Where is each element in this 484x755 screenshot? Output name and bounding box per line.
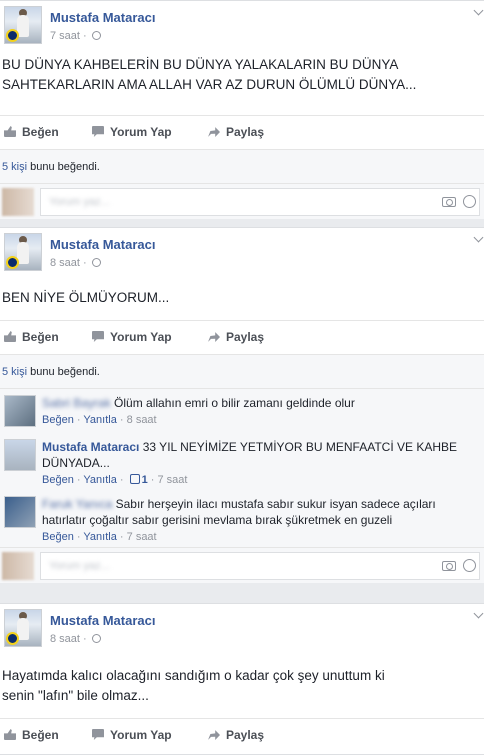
comment-actions: Beğen · Yanıtla · 1 · 7 saat (42, 474, 188, 486)
post-meta: 8 saat · (50, 257, 101, 269)
comment-icon (92, 126, 104, 137)
share-icon (208, 730, 220, 740)
camera-icon[interactable] (442, 197, 456, 207)
comment-input[interactable]: Yorum yaz... (40, 552, 480, 580)
post-header: Mustafa Mataracı 8 saat · (0, 604, 484, 652)
like-icon (4, 331, 16, 342)
globe-icon (91, 31, 101, 40)
comment-icon (92, 331, 104, 342)
likes-count-link[interactable]: 5 kişi (2, 366, 27, 378)
comment: Mustafa Mataracı 33 YIL NEYİMİZE YETMİYO… (0, 433, 484, 490)
camera-icon[interactable] (442, 561, 456, 571)
share-button[interactable]: Paylaş (208, 330, 264, 344)
reply-link[interactable]: Yanıtla (83, 531, 116, 543)
post-actions: Beğen Yorum Yap Paylaş (0, 320, 484, 354)
comment: Sabri Bayrak Ölüm allahın emri o bilir z… (0, 389, 484, 433)
post-meta: 8 saat · (50, 633, 101, 645)
post-time[interactable]: 7 saat (50, 30, 80, 42)
post-author[interactable]: Mustafa Mataracı (50, 10, 155, 25)
emoji-icon[interactable] (463, 195, 476, 208)
comment-like-link[interactable]: Beğen (42, 414, 74, 426)
post-meta: 7 saat · (50, 30, 101, 42)
comment-actions: Beğen · Yanıtla · 8 saat (42, 414, 157, 426)
comment-button[interactable]: Yorum Yap (92, 330, 172, 344)
reply-link[interactable]: Yanıtla (83, 414, 116, 426)
comment-author[interactable]: Mustafa Mataracı (42, 440, 139, 454)
likes-summary: 5 kişi bunu beğendi. (0, 354, 484, 388)
post: Mustafa Mataracı 7 saat · BU DÜNYA KAHBE… (0, 0, 484, 219)
post-author[interactable]: Mustafa Mataracı (50, 237, 155, 252)
comment-text: Ölüm allahın emri o bilir zamanı geldind… (114, 396, 355, 410)
post-text: BEN NİYE ÖLMÜYORUM... (2, 290, 170, 305)
like-button[interactable]: Beğen (4, 125, 59, 139)
thumbs-up-icon (129, 474, 140, 484)
post: Mustafa Mataracı 8 saat · BEN NİYE ÖLMÜY… (0, 227, 484, 583)
comment-list: Sabri Bayrak Ölüm allahın emri o bilir z… (0, 388, 484, 547)
post-time[interactable]: 8 saat (50, 257, 80, 269)
comment-time[interactable]: 7 saat (158, 474, 188, 486)
comment-like-count[interactable]: 1 (142, 474, 148, 486)
comment-actions: Beğen · Yanıtla · 7 saat (42, 531, 157, 543)
share-icon (208, 332, 220, 342)
likes-summary: 5 kişi bunu beğendi. (0, 149, 484, 183)
avatar[interactable] (4, 6, 42, 44)
globe-icon (91, 258, 101, 267)
share-button[interactable]: Paylaş (208, 728, 264, 742)
post-time[interactable]: 8 saat (50, 633, 80, 645)
globe-icon (91, 634, 101, 643)
post: Mustafa Mataracı 8 saat · Hayatımda kalı… (0, 603, 484, 755)
like-button[interactable]: Beğen (4, 728, 59, 742)
post-text: Hayatımda kalıcı olacağını sandığım o ka… (2, 668, 385, 703)
comment-author[interactable]: Sabri Bayrak (42, 396, 111, 410)
comment-composer: Yorum yaz... (0, 547, 484, 583)
avatar[interactable] (4, 233, 42, 271)
comment-button[interactable]: Yorum Yap (92, 728, 172, 742)
avatar[interactable] (4, 395, 36, 427)
comment-time[interactable]: 8 saat (127, 414, 157, 426)
avatar (2, 552, 34, 580)
avatar[interactable] (4, 496, 36, 528)
comment-composer: Yorum yaz... (0, 183, 484, 219)
post-header: Mustafa Mataracı 7 saat · (0, 1, 484, 49)
like-icon (4, 126, 16, 137)
comment-button[interactable]: Yorum Yap (92, 125, 172, 139)
chevron-down-icon[interactable] (473, 232, 484, 243)
post-header: Mustafa Mataracı 8 saat · (0, 228, 484, 276)
share-button[interactable]: Paylaş (208, 125, 264, 139)
avatar[interactable] (4, 609, 42, 647)
like-button[interactable]: Beğen (4, 330, 59, 344)
comment-time[interactable]: 7 saat (127, 531, 157, 543)
comment-input[interactable]: Yorum yaz... (40, 188, 480, 216)
chevron-down-icon[interactable] (473, 608, 484, 619)
post-author[interactable]: Mustafa Mataracı (50, 613, 155, 628)
post-text: BU DÜNYA KAHBELERİN BU DÜNYA YALAKALARIN… (2, 57, 417, 92)
post-actions: Beğen Yorum Yap Paylaş (0, 718, 484, 752)
comment-author[interactable]: Faruk Yanıca (42, 497, 112, 511)
avatar[interactable] (4, 439, 36, 471)
comment-like-link[interactable]: Beğen (42, 531, 74, 543)
chevron-down-icon[interactable] (473, 5, 484, 16)
avatar (2, 188, 34, 216)
like-icon (4, 729, 16, 740)
share-icon (208, 127, 220, 137)
post-actions: Beğen Yorum Yap Paylaş (0, 115, 484, 149)
comment-like-link[interactable]: Beğen (42, 474, 74, 486)
comment: Faruk Yanıca Sabır herşeyin ilacı mustaf… (0, 490, 484, 547)
likes-count-link[interactable]: 5 kişi (2, 161, 27, 173)
emoji-icon[interactable] (463, 559, 476, 572)
comment-icon (92, 729, 104, 740)
reply-link[interactable]: Yanıtla (83, 474, 116, 486)
